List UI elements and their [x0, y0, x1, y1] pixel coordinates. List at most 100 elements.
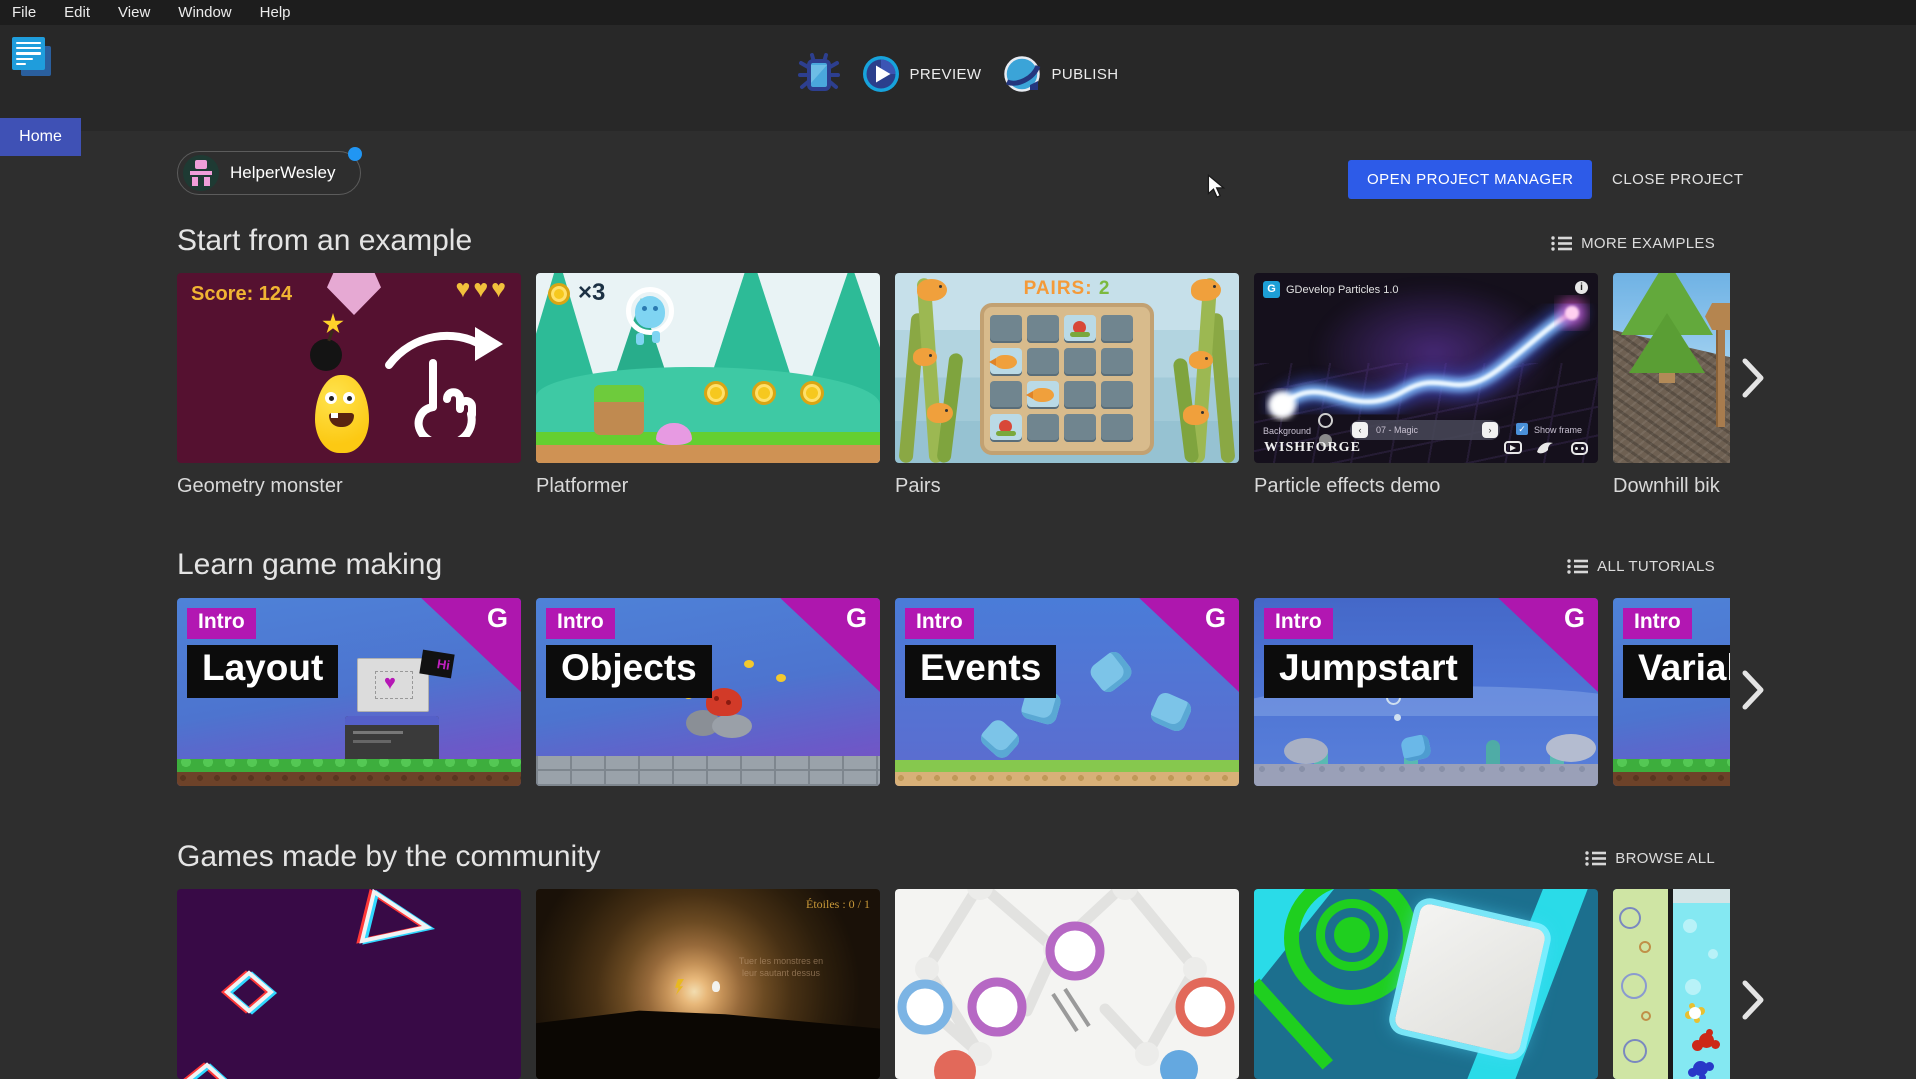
swipe-hand-icon — [381, 319, 513, 437]
intro-tag: Intro — [187, 608, 256, 639]
bee — [776, 674, 786, 682]
hearts-icons: ♥♥♥ — [455, 275, 509, 304]
debug-icon[interactable] — [798, 53, 840, 95]
examples-scroll-right-button[interactable] — [1740, 356, 1766, 405]
tutorial-card-layout[interactable]: ♥ Hi G Intro Layout — [177, 598, 521, 786]
bee — [744, 660, 754, 668]
list-icon — [1585, 850, 1606, 867]
youtube-icon — [1504, 441, 1522, 454]
community-card-2[interactable]: Étoiles : 0 / 1 Tuer les monstres en leu… — [536, 889, 880, 1079]
yellow-cluster — [1689, 1007, 1701, 1019]
card-label: Platformer — [536, 475, 880, 498]
tutorial-title: Events — [905, 645, 1056, 698]
section-title-examples: Start from an example — [177, 224, 472, 258]
tutorial-card-events[interactable]: G Intro Events — [895, 598, 1239, 786]
stars-counter: Étoiles : 0 / 1 — [806, 897, 870, 912]
studio-logo: WISHFORGE — [1264, 440, 1361, 456]
mouse-cursor — [1206, 174, 1226, 198]
discord-icon — [1571, 442, 1588, 455]
play-icon — [862, 55, 900, 93]
community-card-row: Étoiles : 0 / 1 Tuer les monstres en leu… — [177, 889, 1730, 1079]
coin — [704, 381, 728, 405]
twitter-icon — [1536, 440, 1554, 455]
community-card-1[interactable] — [177, 889, 521, 1079]
intro-tag: Intro — [905, 608, 974, 639]
hi-sign: Hi — [419, 650, 454, 679]
gdevelop-mini-logo: G — [1263, 281, 1280, 298]
examples-card-row: Score: 124 ♥♥♥ — [177, 273, 1730, 505]
card-label: Geometry monster — [177, 475, 521, 498]
notification-dot — [348, 147, 362, 161]
tutorial-card-variables[interactable]: +1 G Intro Variab — [1613, 598, 1730, 786]
list-icon — [1551, 235, 1572, 252]
coin — [800, 381, 824, 405]
coin — [752, 381, 776, 405]
red-cluster — [1699, 1033, 1714, 1048]
more-examples-link[interactable]: MORE EXAMPLES — [1551, 235, 1715, 252]
player-character — [626, 287, 674, 335]
publish-button[interactable]: PUBLISH — [1003, 55, 1118, 93]
coin-counter: ×3 — [578, 279, 605, 307]
community-card-4[interactable] — [1254, 889, 1598, 1079]
fish-creature — [1400, 733, 1432, 762]
bomb — [310, 339, 342, 371]
open-project-manager-button[interactable]: OPEN PROJECT MANAGER — [1348, 160, 1592, 199]
show-frame-checkbox: ✓ — [1516, 423, 1528, 435]
tutorials-scroll-right-button[interactable] — [1740, 668, 1766, 717]
tutorial-title: Objects — [546, 645, 712, 698]
tutorial-title: Layout — [187, 645, 338, 698]
tutorial-title: Jumpstart — [1264, 645, 1473, 698]
preview-button[interactable]: PREVIEW — [862, 55, 982, 93]
close-project-button[interactable]: CLOSE PROJECT — [1600, 160, 1756, 199]
tutorial-title: Variab — [1623, 645, 1730, 698]
example-card-downhill[interactable]: G Downhill bik — [1613, 273, 1730, 505]
intro-tag: Intro — [1264, 608, 1333, 639]
demo-title: GDevelop Particles 1.0 — [1286, 284, 1399, 296]
menu-view[interactable]: View — [118, 4, 150, 21]
gdevelop-logo: G — [1205, 603, 1226, 634]
monster — [315, 375, 369, 453]
card-label: Particle effects demo — [1254, 475, 1598, 498]
menu-file[interactable]: File — [12, 4, 36, 21]
menu-help[interactable]: Help — [260, 4, 291, 21]
section-title-tutorials: Learn game making — [177, 548, 442, 582]
example-card-particle-effects[interactable]: G GDevelop Particles 1.0 i Background ‹ … — [1254, 273, 1598, 505]
menu-bar: File Edit View Window Help — [0, 0, 1916, 25]
tab-home[interactable]: Home — [0, 118, 81, 156]
all-tutorials-link[interactable]: ALL TUTORIALS — [1567, 558, 1715, 575]
sign-board: G — [1705, 303, 1730, 330]
example-card-platformer[interactable]: ×3 Platformer — [536, 273, 880, 505]
pentagon-shape — [327, 273, 381, 315]
example-card-pairs[interactable]: PAIRS: 2 Pairs — [895, 273, 1239, 505]
user-profile-chip[interactable]: HelperWesley — [177, 151, 361, 195]
background-label: Background — [1263, 426, 1311, 436]
intro-tag: Intro — [546, 608, 615, 639]
example-card-geometry-monster[interactable]: Score: 124 ♥♥♥ — [177, 273, 521, 505]
show-frame-label: Show frame — [1534, 425, 1582, 435]
slime — [656, 423, 692, 445]
card-label: Pairs — [895, 475, 1239, 498]
list-icon — [1567, 558, 1588, 575]
browse-all-link[interactable]: BROWSE ALL — [1585, 850, 1715, 867]
menu-edit[interactable]: Edit — [64, 4, 90, 21]
coin-counter-icon — [548, 283, 570, 305]
info-icon: i — [1575, 281, 1588, 294]
community-card-3[interactable] — [895, 889, 1239, 1079]
preset-selector: ‹ › 07 - Magic — [1350, 420, 1500, 440]
intro-tag: Intro — [1623, 608, 1692, 639]
community-scroll-right-button[interactable] — [1740, 978, 1766, 1027]
tutorial-card-jumpstart[interactable]: G Intro Jumpstart — [1254, 598, 1598, 786]
creature — [1148, 690, 1194, 734]
gdevelop-logo: G — [487, 603, 508, 634]
gdevelop-logo: G — [1564, 603, 1585, 634]
card-label: Downhill bik — [1613, 475, 1730, 498]
blue-cluster — [1693, 1061, 1708, 1076]
community-card-5[interactable] — [1613, 889, 1730, 1079]
menu-window[interactable]: Window — [178, 4, 231, 21]
avatar — [183, 155, 219, 191]
creature — [1087, 648, 1135, 695]
creature — [977, 716, 1022, 761]
username: HelperWesley — [230, 163, 336, 183]
tutorial-card-objects[interactable]: G Intro Objects — [536, 598, 880, 786]
gdevelop-logo: G — [846, 603, 867, 634]
